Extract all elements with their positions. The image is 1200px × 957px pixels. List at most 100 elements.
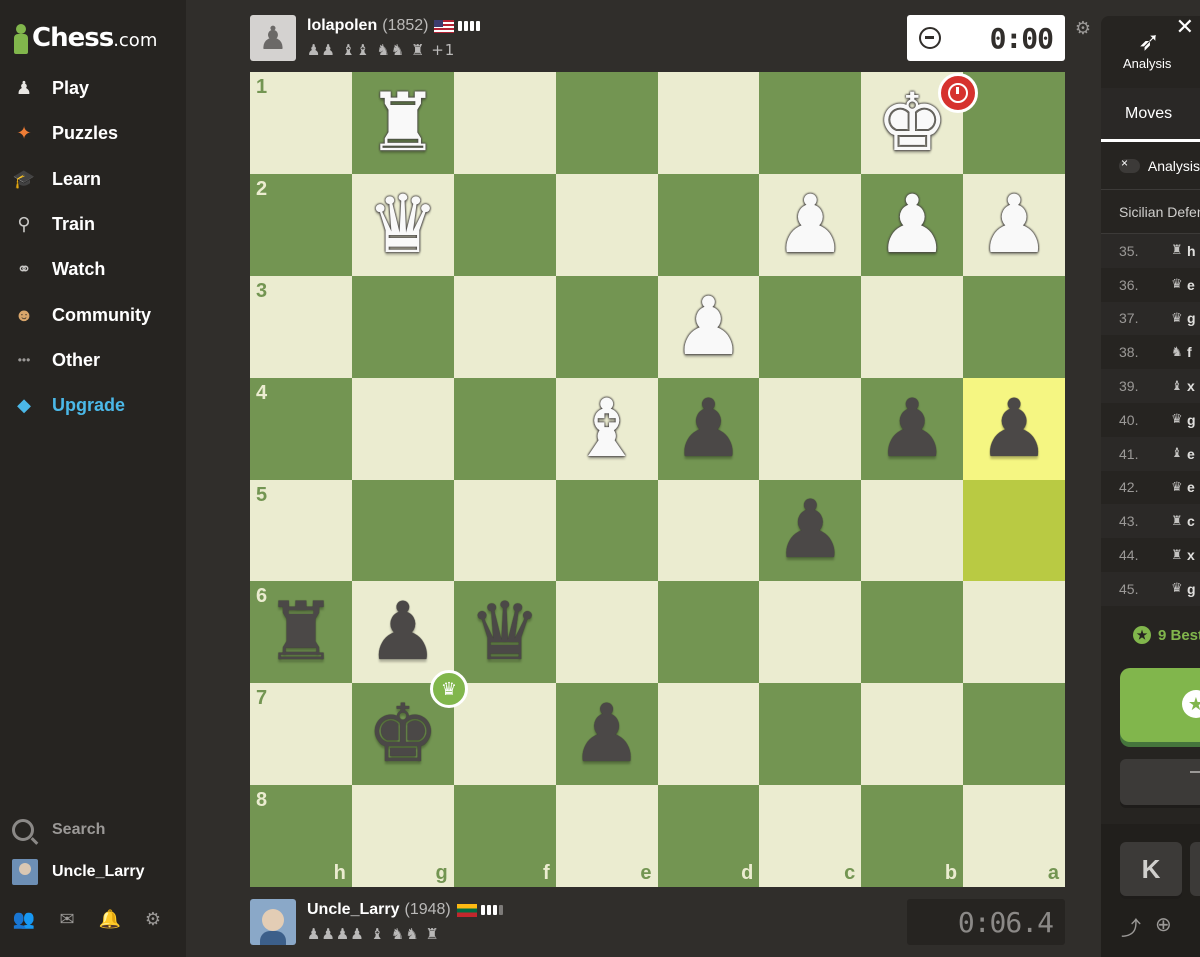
board-square-c1[interactable] xyxy=(759,72,862,174)
board-square-c4[interactable] xyxy=(759,377,862,480)
board-square-f2[interactable] xyxy=(453,173,556,276)
board-square-d7[interactable] xyxy=(657,683,760,786)
board-square-g6[interactable]: ♟ xyxy=(351,581,454,684)
analysis-toggle-row[interactable]: Analysis xyxy=(1101,142,1200,190)
move-row[interactable]: 45. ♛ g xyxy=(1101,571,1200,606)
black-rook-piece[interactable]: ♜ xyxy=(265,592,337,672)
board-square-e5[interactable] xyxy=(555,479,658,582)
board-square-f3[interactable] xyxy=(453,275,556,378)
board-square-a4[interactable]: ♟ xyxy=(963,377,1065,480)
black-pawn-piece[interactable]: ♟ xyxy=(571,694,643,774)
board-square-d5[interactable] xyxy=(657,479,760,582)
share-icon[interactable]: ⤴ xyxy=(1121,912,1141,941)
tab-moves[interactable]: Moves xyxy=(1101,88,1200,142)
board-square-h1[interactable]: 1 xyxy=(250,72,352,174)
board-square-e2[interactable] xyxy=(555,173,658,276)
board-square-c3[interactable] xyxy=(759,275,862,378)
white-pawn-piece[interactable]: ♟ xyxy=(774,184,846,265)
black-pawn-piece[interactable]: ♟ xyxy=(673,388,745,469)
user-profile-link[interactable]: Uncle_Larry xyxy=(0,850,186,894)
sidebar-item-other[interactable]: ••• Other xyxy=(0,338,186,383)
board-square-a7[interactable] xyxy=(963,683,1065,786)
black-pawn-piece[interactable]: ♟ xyxy=(367,592,439,672)
move-notation[interactable]: f xyxy=(1187,344,1192,360)
close-icon[interactable]: ✕ xyxy=(1176,16,1194,40)
move-notation[interactable]: g xyxy=(1187,581,1196,597)
move-notation[interactable]: x xyxy=(1187,547,1195,563)
white-queen-piece[interactable]: ♛ xyxy=(367,184,439,265)
board-square-h3[interactable]: 3 xyxy=(250,275,352,378)
board-square-b3[interactable] xyxy=(861,275,964,378)
board-square-e1[interactable] xyxy=(555,72,658,174)
analysis-tab-label[interactable]: Analysis xyxy=(1123,56,1171,71)
move-notation[interactable]: g xyxy=(1187,412,1196,428)
move-notation[interactable]: e xyxy=(1187,479,1195,495)
board-square-f6[interactable]: ♛ xyxy=(453,581,556,684)
game-review-button[interactable]: ★ xyxy=(1120,668,1200,742)
move-row[interactable]: 40. ♛ g xyxy=(1101,402,1200,437)
move-row[interactable]: 41. ♝ e xyxy=(1101,436,1200,471)
board-square-b6[interactable] xyxy=(861,581,964,684)
board-square-f7[interactable] xyxy=(453,683,556,786)
board-square-d8[interactable]: d xyxy=(657,785,760,887)
board-square-h4[interactable]: 4 xyxy=(250,377,352,480)
previous-move-button[interactable] xyxy=(1190,842,1200,896)
board-square-d6[interactable] xyxy=(657,581,760,684)
board-square-e7[interactable]: ♟ xyxy=(555,683,658,786)
player-avatar[interactable] xyxy=(250,899,296,945)
search-button[interactable]: Search xyxy=(0,810,186,850)
move-row[interactable]: 44. ♜ x xyxy=(1101,538,1200,572)
sidebar-item-upgrade[interactable]: ◆ Upgrade xyxy=(0,383,186,428)
chesscom-logo[interactable]: Chess.com xyxy=(12,18,157,58)
board-square-e3[interactable] xyxy=(555,275,658,378)
move-row[interactable]: 43. ♜ c xyxy=(1101,504,1200,539)
move-row[interactable]: 39. ♝ x xyxy=(1101,369,1200,403)
white-pawn-piece[interactable]: ♟ xyxy=(978,184,1050,265)
rocket-icon[interactable]: ➶ xyxy=(1134,26,1164,56)
move-notation[interactable]: g xyxy=(1187,310,1196,326)
move-notation[interactable]: e xyxy=(1187,446,1195,462)
board-square-g8[interactable]: g xyxy=(351,785,454,887)
move-row[interactable]: 42. ♛ e xyxy=(1101,470,1200,505)
move-row[interactable]: 36. ♛ e xyxy=(1101,267,1200,302)
white-bishop-piece[interactable]: ♝ xyxy=(571,388,643,469)
board-square-f1[interactable] xyxy=(453,72,556,174)
gear-icon[interactable]: ⚙ xyxy=(143,909,163,929)
move-row[interactable]: 38. ♞ f xyxy=(1101,335,1200,370)
board-square-c7[interactable] xyxy=(759,683,862,786)
move-notation[interactable]: e xyxy=(1187,277,1195,293)
move-row[interactable]: 35. ♜ h xyxy=(1101,234,1200,268)
board-square-d3[interactable]: ♟ xyxy=(657,275,760,378)
add-to-library-icon[interactable]: ⊕ xyxy=(1155,912,1172,941)
board-square-h8[interactable]: 8h xyxy=(250,785,352,887)
move-notation[interactable]: c xyxy=(1187,513,1195,529)
board-square-e8[interactable]: e xyxy=(555,785,658,887)
board-square-g3[interactable] xyxy=(351,275,454,378)
board-square-f8[interactable]: f xyxy=(453,785,556,887)
chess-board[interactable]: 1 ♜ ♚ 2 ♛ ♟ ♟ ♟ 3 ♟ 4 ♝ ♟ ♟ ♟ 5 ♟ 6 ♜ ♟ ♛ 7 ♚ ♟ 8 h g f e d c b a xyxy=(250,72,1065,887)
board-square-a5[interactable] xyxy=(963,479,1065,582)
board-square-b2[interactable]: ♟ xyxy=(861,173,964,276)
board-square-h5[interactable]: 5 xyxy=(250,479,352,582)
board-square-c2[interactable]: ♟ xyxy=(759,173,862,276)
opening-name[interactable]: Sicilian Defense xyxy=(1101,190,1200,234)
board-square-a1[interactable] xyxy=(963,72,1065,174)
best-moves-summary[interactable]: ★ 9 Best xyxy=(1133,626,1200,644)
black-king-piece[interactable]: ♚ xyxy=(367,694,439,774)
move-notation[interactable]: h xyxy=(1187,243,1196,259)
board-square-h2[interactable]: 2 xyxy=(250,173,352,276)
white-pawn-piece[interactable]: ♟ xyxy=(876,184,948,265)
black-pawn-piece[interactable]: ♟ xyxy=(774,490,846,570)
board-square-e6[interactable] xyxy=(555,581,658,684)
white-pawn-piece[interactable]: ♟ xyxy=(673,286,745,367)
board-square-a8[interactable]: a xyxy=(963,785,1065,887)
new-game-button[interactable] xyxy=(1120,759,1200,805)
board-square-b4[interactable]: ♟ xyxy=(861,377,964,480)
board-square-h6[interactable]: 6 ♜ xyxy=(250,581,352,684)
first-move-button[interactable]: K xyxy=(1120,842,1182,896)
sidebar-item-train[interactable]: ⚲ Train xyxy=(0,202,186,247)
board-square-a3[interactable] xyxy=(963,275,1065,378)
board-square-c5[interactable]: ♟ xyxy=(759,479,862,582)
opponent-avatar[interactable]: ♟ xyxy=(250,15,296,61)
board-square-b8[interactable]: b xyxy=(861,785,964,887)
